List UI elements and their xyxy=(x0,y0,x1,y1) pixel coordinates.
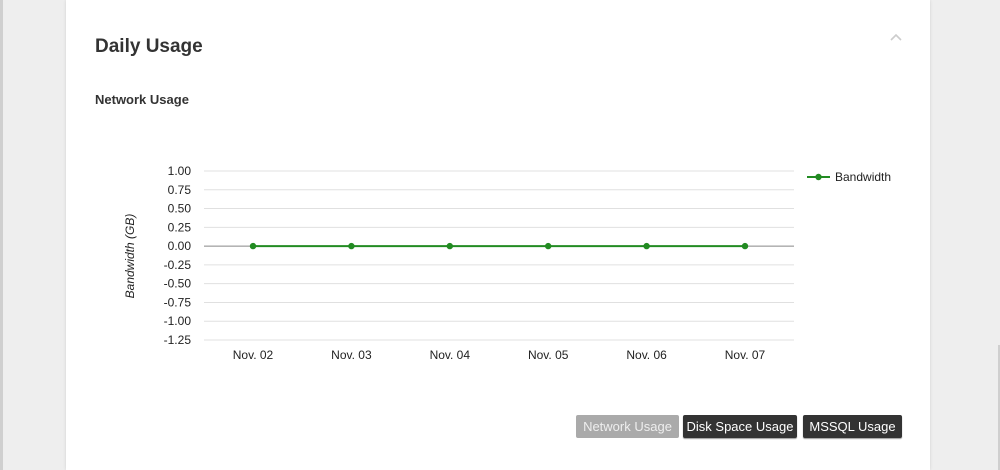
data-point xyxy=(545,242,552,250)
y-tick-label: -0.50 xyxy=(164,277,192,291)
data-point xyxy=(446,242,453,250)
legend-marker xyxy=(815,173,822,181)
y-tick-label: 0.00 xyxy=(168,239,192,253)
y-tick-label: -1.00 xyxy=(164,314,192,328)
y-tick-label: -0.75 xyxy=(164,295,192,309)
data-point xyxy=(249,242,257,250)
data-point xyxy=(348,242,355,250)
x-tick-label: Nov. 07 xyxy=(725,348,766,362)
y-tick-label: 0.75 xyxy=(168,183,192,197)
x-tick-label: Nov. 03 xyxy=(331,348,372,362)
y-tick-label: 0.50 xyxy=(168,202,192,216)
data-point xyxy=(741,242,749,250)
x-tick-label: Nov. 02 xyxy=(233,348,274,362)
data-point xyxy=(643,242,650,250)
bandwidth-chart: 1.00 0.75 0.50 0.25 0.00 -0.25 -0.50 -0.75 -1.00… xyxy=(123,164,891,362)
y-tick-label: -0.25 xyxy=(164,258,192,272)
x-tick-label: Nov. 06 xyxy=(626,348,667,362)
x-tick-label: Nov. 05 xyxy=(528,348,569,362)
y-tick-label: -1.25 xyxy=(164,333,192,347)
y-tick-label: 0.25 xyxy=(168,220,192,234)
y-axis-label: Bandwidth (GB) xyxy=(123,214,137,299)
legend-label: Bandwidth xyxy=(835,170,891,184)
y-tick-label: 1.00 xyxy=(168,164,192,178)
x-tick-label: Nov. 04 xyxy=(430,348,471,362)
